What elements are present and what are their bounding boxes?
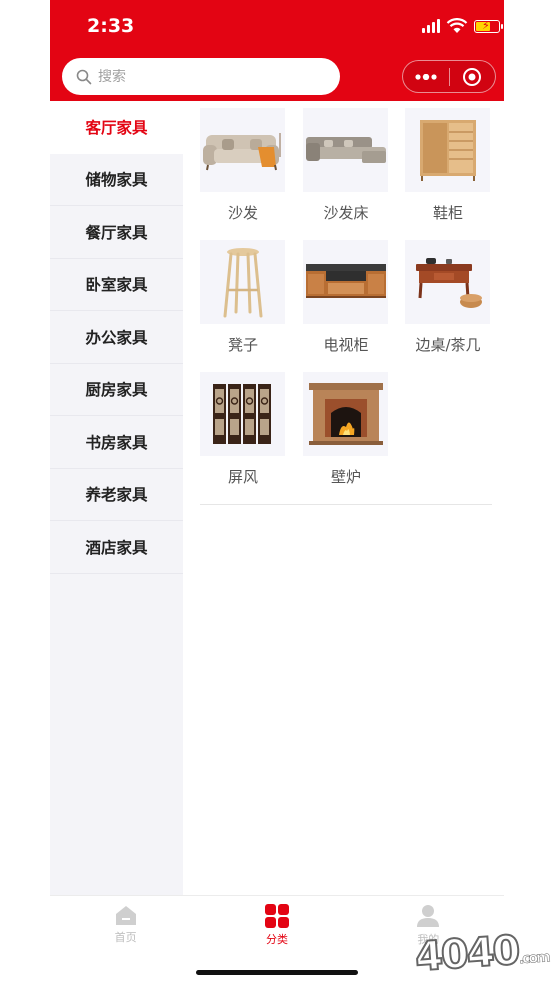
tab-label: 首页 (114, 931, 137, 944)
sidebar-item-label: 办公家具 (85, 328, 148, 347)
product-folding-screen[interactable]: 屏风 (200, 372, 286, 487)
product-label: 沙发 (227, 204, 258, 222)
wifi-icon (446, 18, 468, 33)
tab-home[interactable]: 首页 (50, 896, 201, 956)
sidebar-item-label: 客厅家具 (85, 118, 148, 137)
sidebar-item-study[interactable]: 书房家具 (50, 416, 183, 469)
sidebar-item-storage[interactable]: 储物家具 (50, 154, 183, 206)
product-label: 壁炉 (330, 468, 361, 486)
category-sidebar: 客厅家具 储物家具 餐厅家具 卧室家具 办公家具 厨房家具 书房家具 养老家具 … (50, 101, 183, 895)
user-icon (417, 905, 440, 927)
sidebar-item-label: 酒店家具 (85, 538, 148, 557)
product-label: 屏风 (227, 468, 258, 486)
sidebar-item-label: 厨房家具 (85, 381, 148, 400)
product-label: 鞋柜 (432, 204, 463, 222)
product-tv-cabinet[interactable]: 电视柜 (303, 240, 389, 355)
shoe-cabinet-image (405, 108, 490, 192)
close-miniprogram-button[interactable] (450, 61, 496, 92)
signal-icon (422, 19, 440, 33)
product-label: 电视柜 (323, 336, 369, 354)
category-icon (264, 904, 289, 928)
sidebar-item-bedroom[interactable]: 卧室家具 (50, 259, 183, 311)
sofa-image (200, 108, 285, 192)
sidebar-item-label: 书房家具 (85, 433, 148, 452)
product-sofa-bed[interactable]: 沙发床 (303, 108, 389, 223)
battery-icon: ⚡ (474, 19, 503, 33)
side-table-image (405, 240, 490, 324)
sidebar-item-label: 卧室家具 (85, 276, 148, 295)
product-side-table[interactable]: 边桌/茶几 (405, 240, 491, 355)
sidebar-item-kitchen[interactable]: 厨房家具 (50, 364, 183, 416)
product-shoe-cabinet[interactable]: 鞋柜 (405, 108, 491, 223)
site-watermark: 4040.com (412, 926, 550, 981)
tv-cabinet-image (303, 240, 388, 324)
folding-screen-image (200, 372, 285, 456)
target-icon (463, 67, 482, 86)
sidebar-item-dining[interactable]: 餐厅家具 (50, 206, 183, 259)
tab-category[interactable]: 分类 (201, 896, 352, 956)
product-label: 沙发床 (323, 204, 369, 222)
sidebar-item-living-room[interactable]: 客厅家具 (50, 101, 183, 154)
more-button[interactable] (403, 61, 449, 92)
product-panel: 沙发 沙发床 鞋柜 凳子 电视柜 边桌/茶几 屏风 壁炉 (183, 101, 504, 895)
product-stool[interactable]: 凳子 (200, 240, 286, 355)
header-bar: 2:33 ⚡ (50, 0, 504, 101)
product-label: 凳子 (227, 336, 258, 354)
home-indicator (196, 970, 358, 975)
search-input[interactable] (98, 68, 298, 85)
sidebar-item-label: 储物家具 (85, 171, 148, 190)
sidebar-item-office[interactable]: 办公家具 (50, 311, 183, 364)
search-bar[interactable] (62, 58, 340, 95)
fireplace-image (303, 372, 388, 456)
product-sofa[interactable]: 沙发 (200, 108, 286, 223)
sidebar-item-hotel[interactable]: 酒店家具 (50, 521, 183, 574)
product-label: 边桌/茶几 (415, 336, 481, 354)
sofa-bed-image (303, 108, 388, 192)
stool-image (200, 240, 285, 324)
tab-label: 分类 (265, 933, 288, 946)
grid-divider (200, 504, 492, 505)
product-fireplace[interactable]: 壁炉 (303, 372, 389, 487)
sidebar-item-elderly[interactable]: 养老家具 (50, 469, 183, 521)
home-icon (115, 906, 136, 925)
app-screen: 2:33 ⚡ 搜索 客厅家具 储物家具 餐厅家具 卧室家具 办公家具 厨房家具 … (50, 0, 504, 986)
search-icon (76, 69, 92, 84)
miniprogram-capsule (402, 60, 496, 93)
sidebar-item-label: 餐厅家具 (85, 223, 148, 242)
status-icons: ⚡ (422, 8, 503, 44)
sidebar-item-label: 养老家具 (85, 486, 148, 505)
more-dots-icon (415, 73, 437, 80)
status-time: 2:33 (87, 15, 135, 37)
